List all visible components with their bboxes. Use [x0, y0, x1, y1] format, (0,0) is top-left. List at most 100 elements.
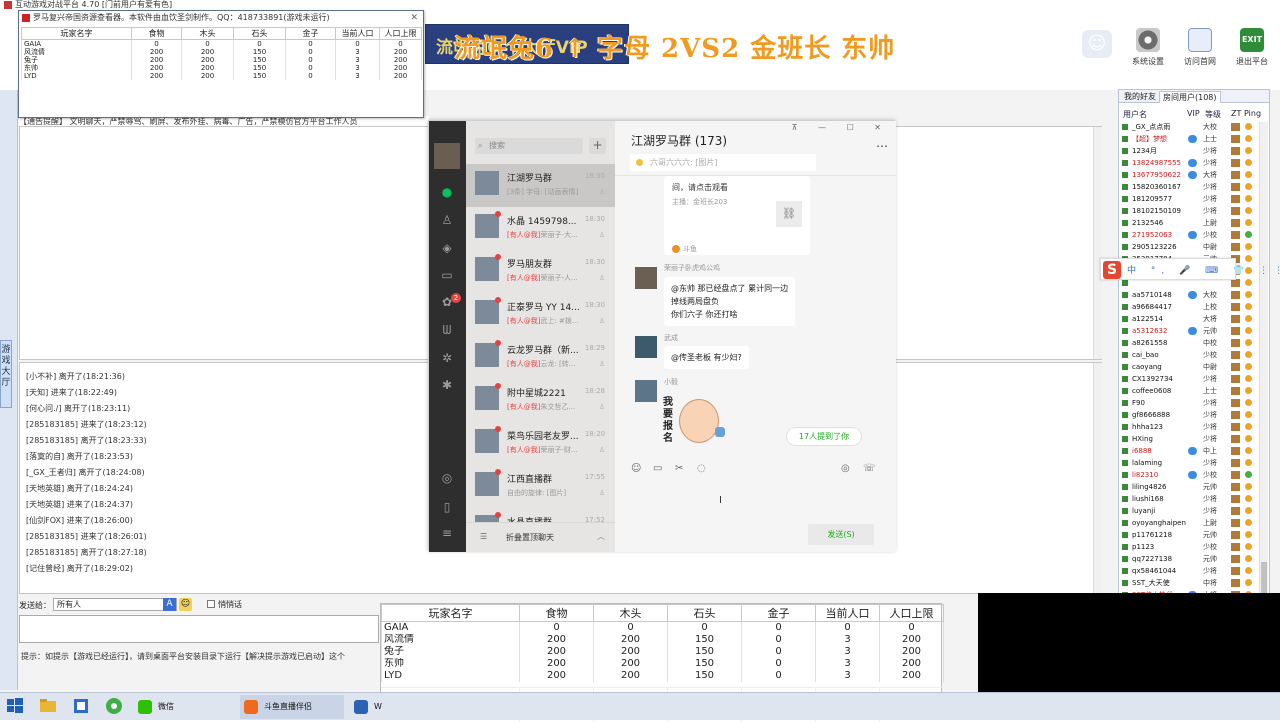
user-row[interactable]: aa5710148 大校: [1119, 290, 1259, 300]
conversation-item[interactable]: 正泰罗马 YY 14... 18:30 [有人@我]武上: #拨... ♙: [466, 293, 615, 336]
avatar[interactable]: [635, 380, 657, 402]
app-icon[interactable]: [72, 697, 94, 717]
windows-start-icon[interactable]: [6, 697, 28, 717]
search-input[interactable]: ⌕ 搜索: [475, 138, 583, 154]
phone-icon[interactable]: ▯: [440, 500, 454, 514]
tab-friends[interactable]: 我的好友: [1121, 91, 1159, 103]
message-scrollbar[interactable]: [1093, 363, 1102, 593]
send-target-select[interactable]: 所有人 ▼: [53, 598, 177, 611]
folder-icon[interactable]: ▭: [440, 268, 454, 282]
folded-chats[interactable]: ☰ 折叠置顶聊天 ︿: [466, 522, 615, 552]
user-row[interactable]: 13824987555 少将: [1119, 158, 1259, 168]
avatar[interactable]: [635, 267, 657, 289]
user-row[interactable]: qq7227138 元帅: [1119, 554, 1259, 564]
window-controls[interactable]: ⊼ — ☐ ✕: [792, 123, 890, 132]
mini-program-icon[interactable]: ᗯ: [440, 323, 454, 337]
mascot-icon[interactable]: ☺: [1082, 30, 1112, 58]
conversation-item[interactable]: 云龙罗马群（新... 18:29 [有人@我]云龙: [转... ♙: [466, 336, 615, 379]
menu-icon[interactable]: ≡: [440, 526, 454, 540]
user-row[interactable]: coffee0608 上士: [1119, 386, 1259, 396]
file-explorer-icon[interactable]: [39, 697, 61, 717]
taskbar-window-button[interactable]: 微信: [134, 695, 234, 719]
contacts-icon[interactable]: ♙: [440, 213, 454, 227]
taskbar-window-button[interactable]: 斗鱼直播伴侣: [240, 695, 344, 719]
user-row[interactable]: 1234月 少将: [1119, 146, 1259, 156]
private-checkbox[interactable]: [207, 600, 215, 608]
user-row[interactable]: 181209577 少将: [1119, 194, 1259, 204]
user-row[interactable]: 15820360167 少将: [1119, 182, 1259, 192]
add-button[interactable]: +: [589, 138, 606, 154]
send-button[interactable]: 发送(S): [808, 524, 874, 545]
user-row[interactable]: cai_bao 少校: [1119, 350, 1259, 360]
close-icon[interactable]: ✕: [410, 11, 418, 25]
user-row[interactable]: luyanji 少将: [1119, 506, 1259, 516]
chat-bubble-icon[interactable]: ◌: [697, 463, 706, 474]
user-row[interactable]: lalaming 少将: [1119, 458, 1259, 468]
mention-badge[interactable]: 17人提到了你: [786, 427, 862, 446]
user-row[interactable]: qx58461044 少将: [1119, 566, 1259, 576]
ime-buttons[interactable]: 中 °, 🎤 ⌨ 👕 ⋮⋮ ✂: [1127, 263, 1280, 276]
taskbar-window-button[interactable]: W: [350, 695, 382, 719]
tab-game-lobby[interactable]: 游戏大厅: [0, 340, 12, 408]
user-row[interactable]: 271952063 少校: [1119, 230, 1259, 240]
conversation-item[interactable]: 罗马朋友群 18:30 [有人@我]荣丽子-人... ♙: [466, 250, 615, 293]
font-button[interactable]: A: [163, 598, 176, 611]
tab-room-users[interactable]: 房间用户(108): [1159, 91, 1221, 103]
user-row[interactable]: caoyang 中尉: [1119, 362, 1259, 372]
home-button[interactable]: 访问首网: [1176, 28, 1224, 67]
conversation-item[interactable]: 菜鸟乐园老友罗... 18:20 [有人@我]荣丽子-财... ♙: [466, 422, 615, 465]
user-row[interactable]: oyoyanghaipen 上尉: [1119, 518, 1259, 528]
user-row[interactable]: liling4826 元帅: [1119, 482, 1259, 492]
chat-scrollbar[interactable]: [1093, 127, 1102, 359]
message-input[interactable]: [19, 615, 379, 643]
more-icon[interactable]: ⋯: [876, 139, 888, 153]
user-row[interactable]: gf8666888 少将: [1119, 410, 1259, 420]
sticker-image[interactable]: 我要报名: [663, 391, 731, 455]
col-ping[interactable]: Ping: [1244, 109, 1261, 118]
conversation-item[interactable]: 附中星城2221 18:28 [有人@我]朱文哲乙... ♙: [466, 379, 615, 422]
user-row[interactable]: li82310 少校: [1119, 470, 1259, 480]
emoji-icon[interactable]: ☺: [179, 598, 192, 611]
scissors-icon[interactable]: ✂: [675, 463, 683, 474]
col-level[interactable]: 等级: [1205, 109, 1221, 120]
user-row[interactable]: 2905123226 中尉: [1119, 242, 1259, 252]
exit-button[interactable]: EXIT 退出平台: [1228, 28, 1276, 67]
user-row[interactable]: CX1392734 少将: [1119, 374, 1259, 384]
user-row[interactable]: a96684417 上校: [1119, 302, 1259, 312]
search-discover-icon[interactable]: ✲: [440, 351, 454, 365]
phone-icon[interactable]: ☏: [863, 463, 876, 474]
user-row[interactable]: HXing 少将: [1119, 434, 1259, 444]
user-row[interactable]: p1123 少校: [1119, 542, 1259, 552]
col-username[interactable]: 用户名: [1123, 109, 1147, 120]
user-row[interactable]: i6888 中上: [1119, 446, 1259, 456]
user-row[interactable]: 18102150109 少将: [1119, 206, 1259, 216]
pinned-message[interactable]: 六哥六六六: [图片]: [630, 154, 816, 171]
user-row[interactable]: 2132546 上尉: [1119, 218, 1259, 228]
live-link-card[interactable]: 间，请点击观看 主播：金班长203 ⛓ 斗鱼: [664, 176, 810, 255]
user-row[interactable]: F90 少将: [1119, 398, 1259, 408]
user-row[interactable]: _GX_点点雨 大校: [1119, 122, 1259, 132]
conversation-item[interactable]: 江湖罗马群 18:30 [3条] 字母: [动画表情] ♙: [466, 164, 615, 207]
col-vip[interactable]: VIP: [1187, 109, 1200, 118]
chat-icon[interactable]: ●: [440, 185, 454, 199]
mini-app-icon[interactable]: ◎: [440, 471, 454, 485]
conversation-item[interactable]: 江西直播群 17:55 自由的旋律: [图片] ♙: [466, 465, 615, 508]
user-row[interactable]: a5312632 元帅: [1119, 326, 1259, 336]
user-row[interactable]: 13677950622 大将: [1119, 170, 1259, 180]
browser-icon[interactable]: [105, 697, 127, 717]
user-row[interactable]: hhha123 少将: [1119, 422, 1259, 432]
emoji-icon[interactable]: ☺: [631, 463, 641, 474]
col-status[interactable]: ZT: [1231, 109, 1241, 118]
sogou-ime-icon[interactable]: S: [1103, 261, 1121, 279]
avatar[interactable]: [635, 336, 657, 358]
live-icon[interactable]: ◎: [841, 463, 850, 474]
user-row[interactable]: p11761218 元帅: [1119, 530, 1259, 540]
avatar[interactable]: [434, 143, 460, 169]
apps-icon[interactable]: ✱: [440, 378, 454, 392]
folder-icon[interactable]: ▭: [653, 463, 662, 474]
user-row[interactable]: a8261558 中校: [1119, 338, 1259, 348]
user-row[interactable]: 【超】梦想 上士: [1119, 134, 1259, 144]
favorites-icon[interactable]: ◈: [440, 241, 454, 255]
user-row[interactable]: liushi168 少将: [1119, 494, 1259, 504]
settings-button[interactable]: 系统设置: [1124, 28, 1172, 67]
